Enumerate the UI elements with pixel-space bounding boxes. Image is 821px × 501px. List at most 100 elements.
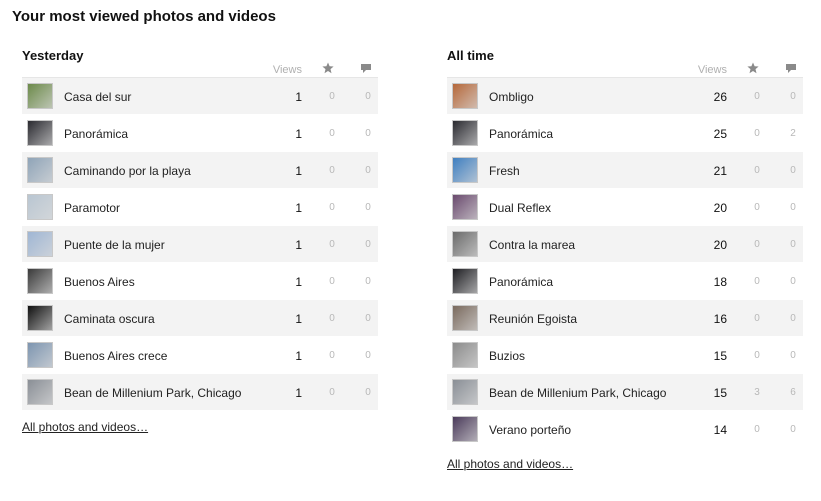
table-row[interactable]: Panorámica 25 0 2 xyxy=(447,115,803,152)
photo-list: Casa del sur 1 0 0 Panorámica 1 0 0 Caminando po… xyxy=(22,78,378,411)
table-row[interactable]: Puente de la mujer 1 0 0 xyxy=(22,226,378,263)
view-count: 1 xyxy=(295,386,302,400)
thumbnail-image xyxy=(453,232,477,256)
view-count: 1 xyxy=(295,238,302,252)
view-count: 21 xyxy=(713,164,727,178)
photo-title-link[interactable]: Panorámica xyxy=(489,115,689,152)
favorite-count: 0 xyxy=(329,239,335,250)
view-count: 1 xyxy=(295,349,302,363)
favorite-count: 0 xyxy=(754,313,760,324)
thumbnail-image xyxy=(453,158,477,182)
comment-count: 0 xyxy=(790,350,796,361)
thumbnail-image xyxy=(28,195,52,219)
photo-thumbnail[interactable] xyxy=(27,268,53,294)
table-row[interactable]: Paramotor 1 0 0 xyxy=(22,189,378,226)
photo-thumbnail[interactable] xyxy=(27,231,53,257)
photo-title-link[interactable]: Buenos Aires xyxy=(64,263,264,300)
table-row[interactable]: Verano porteño 14 0 0 xyxy=(447,411,803,448)
table-row[interactable]: Reunión Egoista 16 0 0 xyxy=(447,300,803,337)
table-row[interactable]: Buzios 15 0 0 xyxy=(447,337,803,374)
photo-thumbnail[interactable] xyxy=(452,379,478,405)
comment-count: 0 xyxy=(365,239,371,250)
thumbnail-image xyxy=(453,380,477,404)
photo-thumbnail[interactable] xyxy=(452,231,478,257)
photo-thumbnail[interactable] xyxy=(27,194,53,220)
comment-count: 0 xyxy=(790,202,796,213)
table-row[interactable]: Buenos Aires crece 1 0 0 xyxy=(22,337,378,374)
photo-thumbnail[interactable] xyxy=(452,305,478,331)
table-row[interactable]: Casa del sur 1 0 0 xyxy=(22,78,378,115)
photo-thumbnail[interactable] xyxy=(27,157,53,183)
photo-thumbnail[interactable] xyxy=(452,157,478,183)
view-count: 20 xyxy=(713,238,727,252)
photo-title-link[interactable]: Panorámica xyxy=(489,263,689,300)
table-row[interactable]: Bean de Millenium Park, Chicago 1 0 0 xyxy=(22,374,378,411)
photo-title-link[interactable]: Contra la marea xyxy=(489,226,689,263)
photo-title-link[interactable]: Verano porteño xyxy=(489,411,689,448)
all-photos-link[interactable]: All photos and videos… xyxy=(22,420,148,434)
table-row[interactable]: Buenos Aires 1 0 0 xyxy=(22,263,378,300)
photo-title-link[interactable]: Buzios xyxy=(489,337,689,374)
table-row[interactable]: Panorámica 1 0 0 xyxy=(22,115,378,152)
photo-thumbnail[interactable] xyxy=(452,194,478,220)
table-row[interactable]: Ombligo 26 0 0 xyxy=(447,78,803,115)
photo-title-link[interactable]: Puente de la mujer xyxy=(64,226,264,263)
comment-count: 0 xyxy=(365,276,371,287)
photo-title-link[interactable]: Paramotor xyxy=(64,189,264,226)
comment-count: 0 xyxy=(365,202,371,213)
views-column-label: Views xyxy=(272,64,302,76)
photo-thumbnail[interactable] xyxy=(452,120,478,146)
photo-title-link[interactable]: Caminata oscura xyxy=(64,300,264,337)
all-photos-link[interactable]: All photos and videos… xyxy=(447,457,573,471)
photo-thumbnail[interactable] xyxy=(27,305,53,331)
thumbnail-image xyxy=(28,232,52,256)
favorite-count: 0 xyxy=(329,128,335,139)
table-row[interactable]: Bean de Millenium Park, Chicago 15 3 6 xyxy=(447,374,803,411)
photo-title-link[interactable]: Dual Reflex xyxy=(489,189,689,226)
thumbnail-image xyxy=(28,158,52,182)
photo-thumbnail[interactable] xyxy=(27,120,53,146)
favorite-count: 0 xyxy=(754,350,760,361)
comment-count: 0 xyxy=(365,91,371,102)
favorite-count: 0 xyxy=(754,91,760,102)
photo-thumbnail[interactable] xyxy=(27,379,53,405)
table-row[interactable]: Caminando por la playa 1 0 0 xyxy=(22,152,378,189)
photo-title-link[interactable]: Caminando por la playa xyxy=(64,152,264,189)
thumbnail-image xyxy=(453,306,477,330)
comment-count: 2 xyxy=(790,128,796,139)
table-row[interactable]: Fresh 21 0 0 xyxy=(447,152,803,189)
photo-title-link[interactable]: Buenos Aires crece xyxy=(64,337,264,374)
favorite-count: 0 xyxy=(754,276,760,287)
photo-thumbnail[interactable] xyxy=(452,268,478,294)
table-row[interactable]: Dual Reflex 20 0 0 xyxy=(447,189,803,226)
comment-count: 0 xyxy=(365,128,371,139)
photo-title-link[interactable]: Bean de Millenium Park, Chicago xyxy=(489,374,689,411)
photo-thumbnail[interactable] xyxy=(27,83,53,109)
photo-title-link[interactable]: Casa del sur xyxy=(64,78,264,115)
view-count: 1 xyxy=(295,90,302,104)
photo-thumbnail[interactable] xyxy=(452,416,478,442)
view-count: 25 xyxy=(713,127,727,141)
view-count: 26 xyxy=(713,90,727,104)
thumbnail-image xyxy=(453,84,477,108)
photo-thumbnail[interactable] xyxy=(27,342,53,368)
table-row[interactable]: Panorámica 18 0 0 xyxy=(447,263,803,300)
thumbnail-image xyxy=(453,343,477,367)
view-count: 1 xyxy=(295,201,302,215)
photo-thumbnail[interactable] xyxy=(452,342,478,368)
photo-title-link[interactable]: Fresh xyxy=(489,152,689,189)
thumbnail-image xyxy=(28,121,52,145)
thumbnail-image xyxy=(28,84,52,108)
table-row[interactable]: Contra la marea 20 0 0 xyxy=(447,226,803,263)
view-count: 15 xyxy=(713,386,727,400)
favorite-count: 0 xyxy=(754,424,760,435)
photo-title-link[interactable]: Ombligo xyxy=(489,78,689,115)
photo-title-link[interactable]: Bean de Millenium Park, Chicago xyxy=(64,374,264,411)
photo-title-link[interactable]: Reunión Egoista xyxy=(489,300,689,337)
favorite-count: 0 xyxy=(329,202,335,213)
comment-count: 0 xyxy=(790,276,796,287)
photo-thumbnail[interactable] xyxy=(452,83,478,109)
table-row[interactable]: Caminata oscura 1 0 0 xyxy=(22,300,378,337)
favorite-count: 0 xyxy=(754,239,760,250)
photo-title-link[interactable]: Panorámica xyxy=(64,115,264,152)
